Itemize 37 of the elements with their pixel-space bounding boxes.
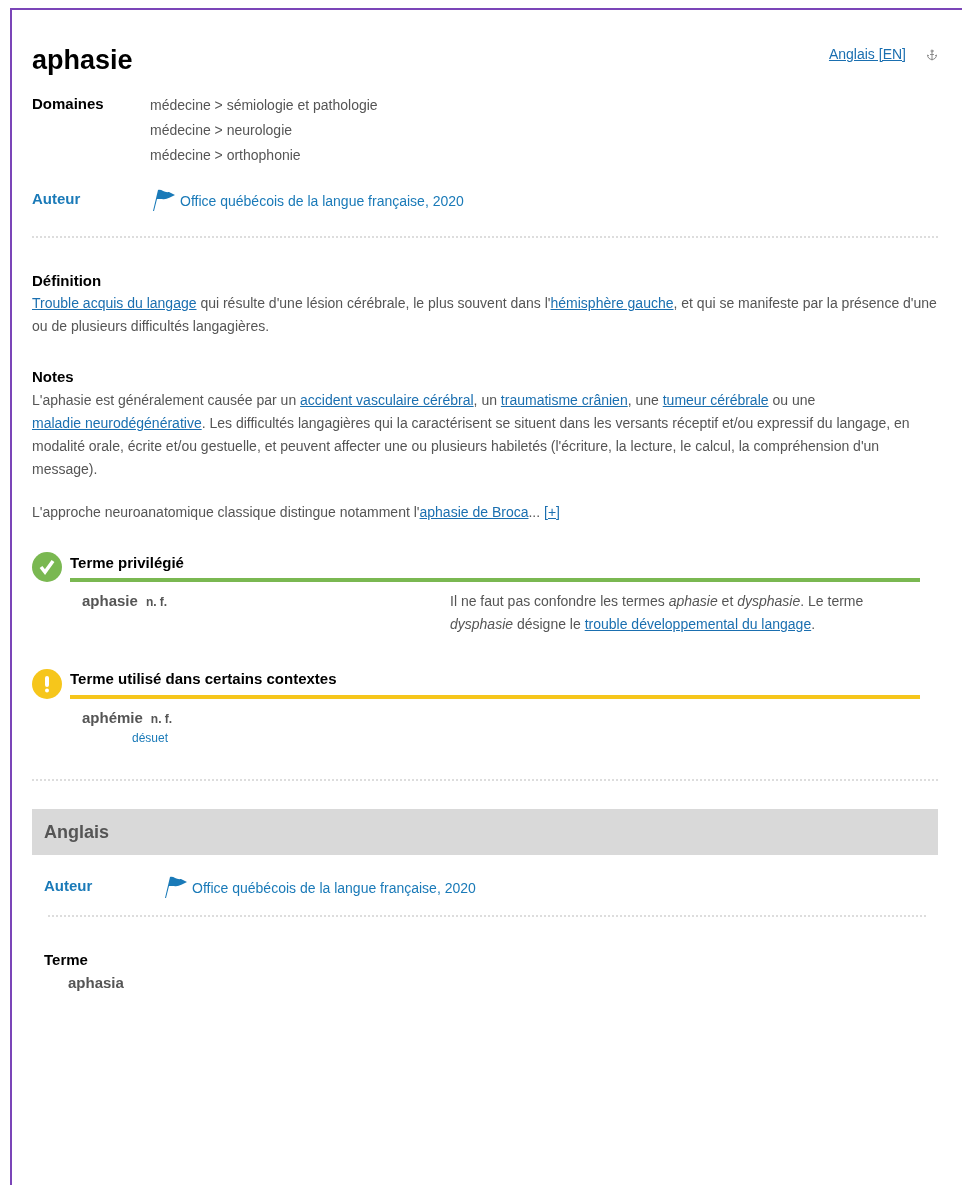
- entry-title: aphasie: [32, 44, 133, 77]
- term-link[interactable]: maladie neurodégénérative: [32, 414, 202, 431]
- term-name: aphasie: [82, 591, 138, 611]
- anchor-icon[interactable]: [926, 48, 938, 61]
- definition-label: Définition: [32, 270, 103, 291]
- notes-label: Notes: [32, 367, 75, 387]
- term-link[interactable]: tumeur cérébrale: [662, 391, 769, 408]
- notes-paragraph: L'aphasie est généralement causée par un accident vasculaire cérébral, un traumatisme crânien, une tumeur cérébrale ou une maladie neurodégénérative. Les difficultés langagières qui la caractérisent se situent dans les versants réceptif et/ou expressif du langage, en modalité orale, écrite et/ou gestuelle, et peuvent affecter une ou plusieurs habiletés (l'écriture, la lecture, le calcul, la compréhension d'un message).: [32, 390, 911, 479]
- term-label: Terme: [44, 950, 89, 970]
- flag-icon: [162, 875, 188, 899]
- language-link[interactable]: Anglais [EN]: [828, 44, 906, 65]
- author-label: Auteur: [44, 876, 94, 896]
- term-status-heading: Terme utilisé dans certains contextes: [70, 669, 338, 689]
- term-link[interactable]: Trouble acquis du langage: [32, 295, 197, 311]
- author-link[interactable]: Office québécois de la langue française, 2020: [192, 878, 476, 899]
- definition-text: Trouble acquis du langage qui résulte d'une lésion cérébrale, le plus souvent dans l'hémisphère gauche, et qui se manifeste par la présence d'une ou de plusieurs difficultés langagières.: [32, 294, 938, 336]
- domains-label: Domaines: [32, 93, 105, 114]
- domain-path: médecine > sémiologie et pathologie: [150, 95, 378, 115]
- author-label: Auteur: [32, 188, 82, 209]
- grammar-category: n. f.: [145, 594, 168, 611]
- domain-path: médecine > neurologie: [150, 120, 294, 140]
- notes-paragraph: L'approche neuroanatomique classique distingue notamment l'aphasie de Broca... [+]: [32, 502, 561, 522]
- term-status-heading: Terme privilégié: [70, 552, 185, 573]
- term-link[interactable]: traumatisme crânien: [500, 391, 628, 408]
- domain-path: médecine > orthophonie: [150, 145, 302, 165]
- language-section-header: Anglais: [32, 809, 938, 855]
- term-name: aphasia: [67, 972, 125, 993]
- term-note: Il ne faut pas confondre les termes aphasie et dysphasie. Le terme dysphasie désigne le trouble développemental du langage.: [450, 592, 865, 634]
- flag-icon: [150, 187, 176, 212]
- term-link[interactable]: trouble développemental du langage: [584, 616, 812, 632]
- term-qualifier: désuet: [131, 730, 170, 747]
- grammar-category: n. f.: [150, 710, 173, 728]
- term-link[interactable]: accident vasculaire cérébral: [300, 391, 474, 408]
- term-link[interactable]: [+]: [544, 503, 560, 520]
- term-name: aphémie: [82, 707, 143, 728]
- term-link[interactable]: aphasie de Broca: [419, 503, 529, 520]
- author-link[interactable]: Office québécois de la langue française, 2020: [180, 190, 464, 212]
